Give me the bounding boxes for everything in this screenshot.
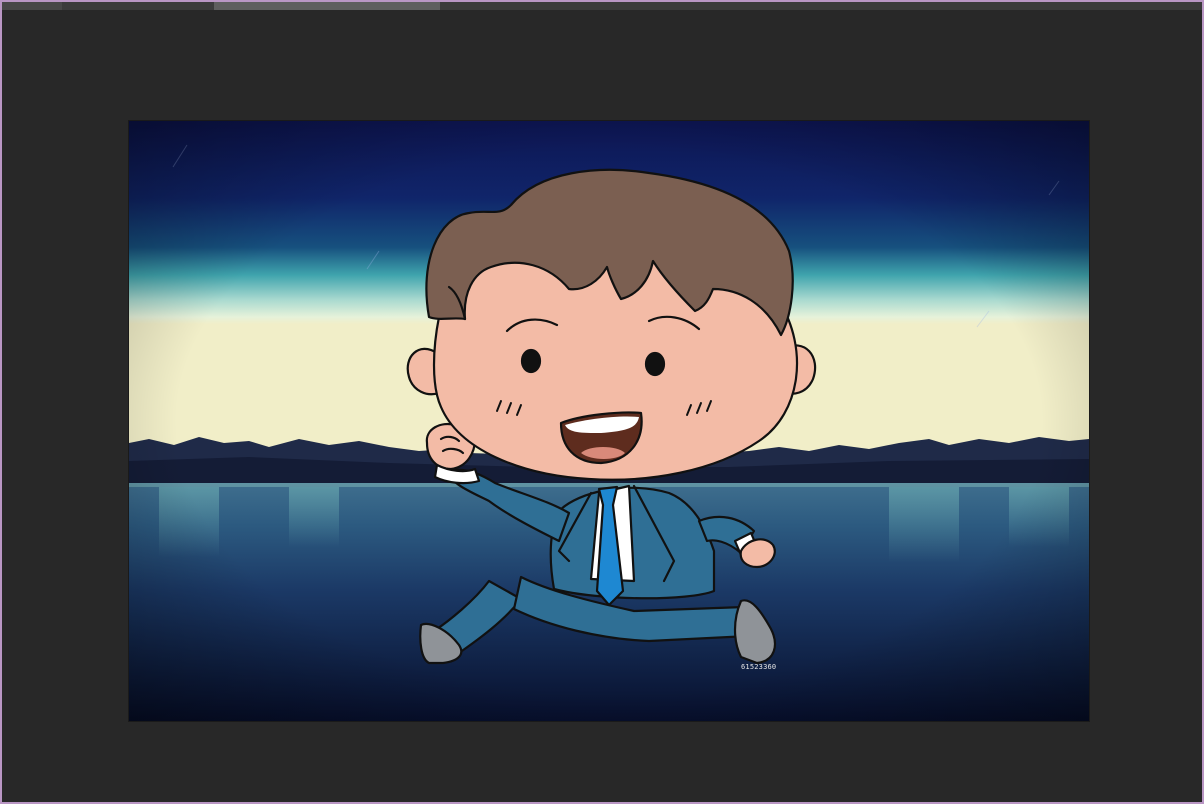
- app-window: 61523360: [0, 0, 1204, 804]
- document-tab-active[interactable]: [214, 2, 440, 10]
- watermark-text: 61523360: [741, 663, 777, 671]
- document-tab-strip: [2, 2, 1202, 10]
- canvas-workspace[interactable]: 61523360: [4, 10, 1202, 802]
- document-canvas[interactable]: 61523360: [129, 121, 1089, 721]
- document-tab-1[interactable]: [2, 2, 62, 10]
- artwork: [129, 121, 1089, 721]
